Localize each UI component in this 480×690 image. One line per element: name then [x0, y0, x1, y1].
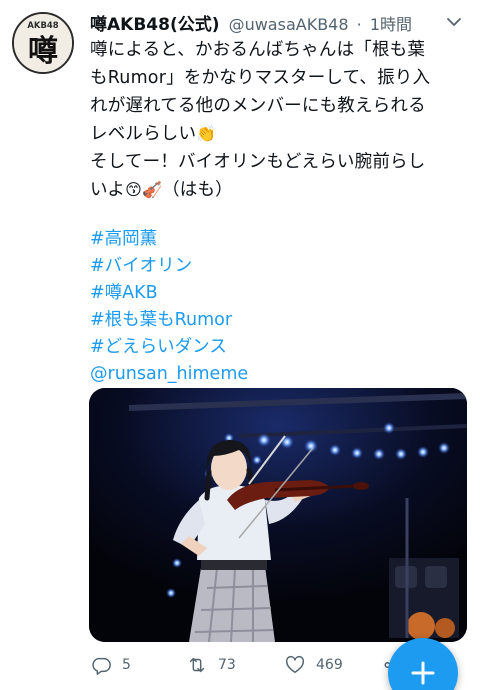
svg-text:AKB48: AKB48	[27, 20, 58, 30]
mention-link[interactable]: @runsan_himeme	[90, 361, 466, 388]
hashtag-link[interactable]: #バイオリン	[90, 253, 466, 280]
display-name[interactable]: 噂AKB48(公式)	[90, 15, 219, 35]
tweet-text-line: いよ😙🎻（はも）	[90, 176, 466, 204]
avatar-logo: AKB48 噂	[14, 14, 72, 72]
avatar[interactable]: AKB48 噂	[12, 12, 74, 74]
reply-count: 5	[122, 657, 131, 673]
compose-tweet-button[interactable]	[388, 638, 458, 690]
hashtag-link[interactable]: #どえらいダンス	[90, 334, 466, 361]
hashtag-link[interactable]: #根も葉もRumor	[90, 307, 466, 334]
tweet-text-line: もRumor」をかなりマスターして、振り入	[90, 68, 431, 88]
timestamp[interactable]: 1時間	[370, 15, 412, 34]
tweet[interactable]: AKB48 噂 噂AKB48(公式) @uwasaAKB48 · 1時間 噂によ…	[0, 0, 480, 690]
separator-dot: ·	[356, 15, 362, 34]
chevron-down-icon[interactable]	[444, 12, 464, 32]
tweet-text-segment: （はも）	[162, 180, 233, 200]
tweet-text-segment: いよ	[90, 180, 126, 200]
plus-icon	[411, 661, 435, 685]
kiss-emoji: 😙	[125, 180, 142, 199]
retweet-count: 73	[218, 657, 236, 673]
tweet-text-line: そしてー！バイオリンもどえらい腕前らし	[90, 152, 426, 172]
retweet-icon	[189, 657, 205, 673]
tweet-text-line: レベルらしい👏	[90, 120, 466, 148]
violin-emoji: 🎻	[141, 180, 163, 199]
reply-button[interactable]: 5	[90, 650, 131, 680]
heart-icon	[285, 655, 305, 674]
tweet-photo[interactable]	[89, 388, 467, 642]
like-button[interactable]: 469	[284, 650, 343, 680]
retweet-button[interactable]: 73	[186, 650, 236, 680]
svg-text:噂: 噂	[28, 34, 58, 69]
reply-icon	[92, 657, 111, 675]
hashtag-link[interactable]: #噂AKB	[90, 280, 466, 307]
like-count: 469	[316, 657, 343, 673]
clap-emoji: 👏	[196, 124, 217, 143]
handle[interactable]: @uwasaAKB48	[229, 15, 349, 34]
tweet-text-line: 噂によると、かおるんばちゃんは「根も葉	[90, 40, 426, 60]
violinist-photo	[89, 388, 467, 642]
tweet-text: 噂によると、かおるんばちゃんは「根も葉 もRumor」をかなりマスターして、振り…	[90, 36, 466, 204]
hashtag-link[interactable]: #高岡薫	[90, 226, 466, 253]
hashtag-list: #高岡薫 #バイオリン #噂AKB #根も葉もRumor #どえらいダンス @r…	[90, 226, 466, 388]
tweet-text-line: れが遅れてる他のメンバーにも教えられる	[90, 96, 426, 116]
tweet-text-segment: レベルらしい	[90, 124, 197, 144]
tweet-header: 噂AKB48(公式) @uwasaAKB48 · 1時間	[90, 10, 470, 36]
